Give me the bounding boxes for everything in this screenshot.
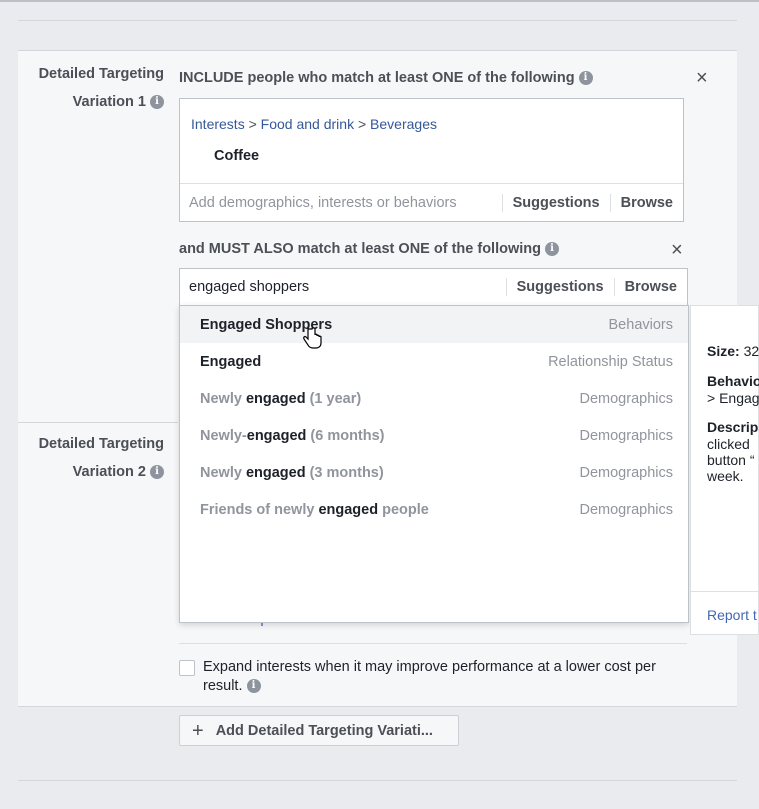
breadcrumb-separator: > xyxy=(357,116,367,132)
narrow-search-box: engaged shoppers Suggestions Browse xyxy=(179,268,688,306)
dropdown-option[interactable]: Newly engaged (1 year) Demographics xyxy=(180,380,688,417)
divider xyxy=(691,591,758,592)
variation2-label-line2: Variation 2 xyxy=(72,464,146,480)
must-also-heading-text: and MUST ALSO match at least ONE of the … xyxy=(179,241,541,257)
info-icon[interactable]: i xyxy=(246,679,261,694)
section-divider xyxy=(18,780,737,781)
variation1-label-line1: Detailed Targeting xyxy=(38,66,164,82)
expand-interests-checkbox[interactable] xyxy=(179,660,195,676)
behavior-value: > Engag xyxy=(707,390,759,406)
option-category: Demographics xyxy=(579,427,674,444)
dropdown-option[interactable]: Engaged Shoppers Behaviors xyxy=(180,306,688,343)
expand-interests-line2: result. xyxy=(203,678,243,694)
dropdown-option[interactable]: Newly engaged (3 months) Demographics xyxy=(180,454,688,491)
selected-interest[interactable]: Coffee xyxy=(214,148,259,164)
suggestions-button[interactable]: Suggestions xyxy=(503,195,610,211)
include-search-input[interactable]: Add demographics, interests or behaviors xyxy=(180,195,502,211)
plus-icon: + xyxy=(192,719,204,742)
audience-info-panel: Size: 32 Behavio > Engag Descrip clicked… xyxy=(690,305,759,635)
variation1-label-line2: Variation 1 xyxy=(72,94,146,110)
behavior-label: Behavio xyxy=(707,373,759,389)
breadcrumb-item[interactable]: Beverages xyxy=(370,116,437,132)
size-label: Size: xyxy=(707,343,740,359)
section-divider xyxy=(18,20,737,21)
variation2-label: Detailed Targeting Variation 2 i xyxy=(18,430,164,486)
info-icon[interactable]: i xyxy=(150,465,164,480)
report-link[interactable]: Report t xyxy=(707,607,757,623)
dropdown-option[interactable]: Friends of newly engaged people Demograp… xyxy=(180,491,688,528)
breadcrumb-item[interactable]: Food and drink xyxy=(261,116,354,132)
suggestion-dropdown: Engaged Shoppers Behaviors Engaged Relat… xyxy=(179,305,689,623)
top-divider xyxy=(0,0,759,2)
info-icon[interactable]: i xyxy=(578,71,593,86)
description-line: button “ xyxy=(707,452,755,468)
option-category: Demographics xyxy=(579,390,674,407)
option-category: Behaviors xyxy=(608,316,673,333)
variation1-label: Detailed Targeting Variation 1 i xyxy=(18,60,164,116)
dropdown-option[interactable]: Newly-engaged (6 months) Demographics xyxy=(180,417,688,454)
suggestions-button[interactable]: Suggestions xyxy=(507,279,614,295)
option-category: Demographics xyxy=(579,464,674,481)
include-heading: INCLUDE people who match at least ONE of… xyxy=(179,70,593,86)
expand-interests-line1: Expand interests when it may improve per… xyxy=(203,659,656,675)
narrow-search-input[interactable]: engaged shoppers xyxy=(180,279,506,295)
description-label: Descrip xyxy=(707,419,759,435)
breadcrumb: Interests > Food and drink > Beverages xyxy=(191,116,437,132)
breadcrumb-separator: > xyxy=(248,116,257,132)
description-line: clicked xyxy=(707,436,750,452)
close-icon[interactable]: × xyxy=(696,68,708,88)
size-row: Size: 32 xyxy=(707,343,759,359)
description-line: week. xyxy=(707,468,744,484)
close-icon[interactable]: × xyxy=(671,240,683,260)
info-icon[interactable]: i xyxy=(544,242,559,257)
expand-interests-text: Expand interests when it may improve per… xyxy=(203,658,673,696)
dropdown-option[interactable]: Engaged Relationship Status xyxy=(180,343,688,380)
option-name: Newly-engaged (6 months) xyxy=(200,427,385,444)
divider xyxy=(179,643,687,644)
option-category: Demographics xyxy=(579,501,674,518)
variation2-label-line1: Detailed Targeting xyxy=(38,436,164,452)
breadcrumb-item[interactable]: Interests xyxy=(191,116,245,132)
option-name: Engaged xyxy=(200,353,262,370)
size-value: 32 xyxy=(743,343,759,359)
hand-cursor-icon xyxy=(303,327,322,349)
option-category: Relationship Status xyxy=(548,353,673,370)
option-name: Newly engaged (1 year) xyxy=(200,390,362,407)
include-box: Interests > Food and drink > Beverages C… xyxy=(179,98,684,222)
browse-button[interactable]: Browse xyxy=(611,195,683,211)
must-also-heading: and MUST ALSO match at least ONE of the … xyxy=(179,241,559,257)
browse-button[interactable]: Browse xyxy=(615,279,687,295)
include-heading-text: INCLUDE people who match at least ONE of… xyxy=(179,70,575,86)
info-icon[interactable]: i xyxy=(150,95,164,110)
add-variation-label: Add Detailed Targeting Variati... xyxy=(215,722,433,739)
include-add-row: Add demographics, interests or behaviors… xyxy=(180,183,683,222)
add-targeting-variation-button[interactable]: + Add Detailed Targeting Variati... xyxy=(179,715,459,746)
option-name: Friends of newly engaged people xyxy=(200,501,429,518)
variation-divider xyxy=(18,422,178,423)
option-name: Newly engaged (3 months) xyxy=(200,464,384,481)
